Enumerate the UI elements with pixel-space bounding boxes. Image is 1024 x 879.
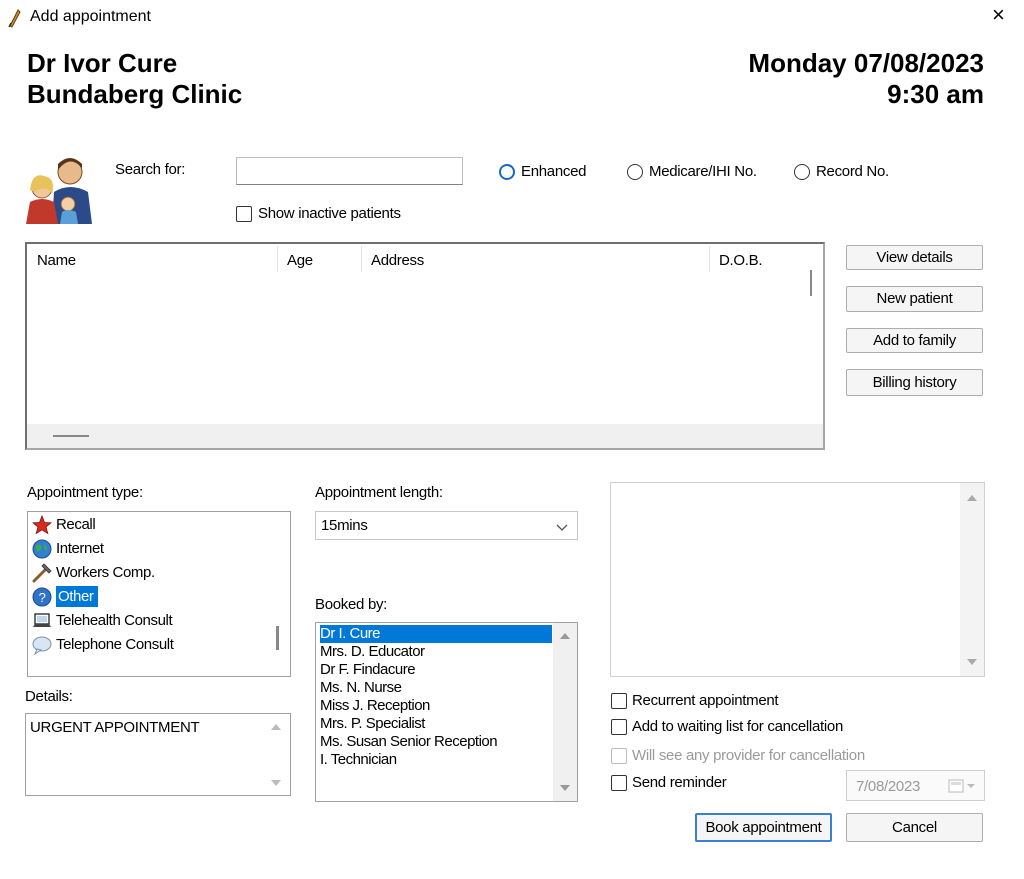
list-item[interactable]: I. Technician — [320, 751, 397, 769]
add-to-family-button[interactable]: Add to family — [846, 328, 983, 353]
show-inactive-checkbox[interactable] — [236, 206, 252, 222]
appointment-length-label: Appointment length: — [315, 484, 443, 501]
horizontal-scrollbar[interactable] — [27, 424, 801, 448]
clinic-name: Bundaberg Clinic — [27, 79, 243, 109]
notes-textarea[interactable] — [610, 482, 985, 677]
hammer-icon — [32, 563, 52, 583]
patients-table[interactable]: Name Age Address D.O.B. — [25, 242, 825, 450]
doctor-name: Dr Ivor Cure — [27, 48, 178, 78]
send-reminder-checkbox[interactable] — [611, 775, 627, 791]
new-patient-button[interactable]: New patient — [846, 286, 983, 312]
app-feather-icon — [7, 8, 23, 28]
appointment-length-value: 15mins — [321, 517, 368, 534]
svg-text:?: ? — [39, 590, 46, 605]
radio-enhanced[interactable] — [499, 164, 515, 180]
book-appointment-button[interactable]: Book appointment — [695, 813, 832, 842]
show-inactive-label: Show inactive patients — [258, 205, 401, 222]
laptop-icon — [32, 611, 52, 631]
list-item[interactable]: Miss J. Reception — [320, 697, 430, 715]
globe-icon — [32, 539, 52, 559]
appointment-length-select[interactable]: 15mins — [315, 511, 578, 540]
column-dob[interactable]: D.O.B. — [719, 252, 763, 269]
scroll-down-icon[interactable] — [271, 780, 281, 786]
column-separator — [277, 246, 278, 272]
any-provider-label: Will see any provider for cancellation — [632, 747, 865, 764]
selected-appointment-type: Other — [56, 586, 98, 607]
details-text: URGENT APPOINTMENT — [30, 719, 200, 736]
vertical-scrollbar[interactable] — [960, 483, 984, 676]
column-age[interactable]: Age — [287, 252, 313, 269]
vertical-scrollbar[interactable] — [553, 623, 577, 801]
chevron-down-icon — [556, 520, 568, 537]
list-item[interactable]: Internet — [32, 538, 104, 560]
column-separator — [361, 246, 362, 272]
list-scroll-thumb[interactable] — [276, 626, 279, 650]
column-separator — [709, 246, 710, 272]
star-icon — [31, 514, 53, 535]
send-reminder-label: Send reminder — [632, 774, 727, 791]
reminder-date-picker: 7/08/2023 — [846, 770, 985, 801]
billing-history-button[interactable]: Billing history — [846, 369, 983, 396]
speech-bubble-icon — [32, 635, 52, 656]
question-icon: ? — [32, 587, 52, 607]
any-provider-checkbox — [611, 748, 627, 764]
waiting-list-checkbox[interactable] — [611, 719, 627, 735]
list-item[interactable]: Mrs. D. Educator — [320, 643, 425, 661]
radio-medicare-label: Medicare/IHI No. — [649, 163, 757, 180]
radio-medicare[interactable] — [627, 164, 643, 180]
scroll-up-icon[interactable] — [560, 633, 570, 639]
recurrent-checkbox[interactable] — [611, 693, 627, 709]
appointment-type-label: Appointment type: — [27, 484, 143, 501]
column-name[interactable]: Name — [37, 252, 76, 269]
list-item[interactable]: Telehealth Consult — [32, 610, 173, 632]
appointment-date: Monday 07/08/2023 — [748, 48, 984, 78]
window-title: Add appointment — [30, 8, 151, 25]
list-item[interactable]: Workers Comp. — [32, 562, 155, 584]
details-textarea[interactable]: URGENT APPOINTMENT — [25, 713, 291, 796]
radio-record-no[interactable] — [794, 164, 810, 180]
scroll-corner — [801, 424, 823, 448]
search-label: Search for: — [115, 161, 186, 178]
list-item[interactable]: ? Other — [32, 586, 265, 608]
close-icon[interactable]: × — [992, 4, 1005, 26]
radio-record-no-label: Record No. — [816, 163, 889, 180]
list-item[interactable]: Ms. N. Nurse — [320, 679, 402, 697]
appointment-time: 9:30 am — [887, 79, 984, 109]
list-item[interactable]: Recall — [31, 514, 96, 536]
scroll-up-icon[interactable] — [271, 724, 281, 730]
scroll-up-icon[interactable] — [967, 495, 977, 501]
vertical-scroll-thumb[interactable] — [810, 270, 812, 296]
booked-by-label: Booked by: — [315, 596, 388, 613]
radio-enhanced-label: Enhanced — [521, 163, 587, 180]
list-item[interactable]: Ms. Susan Senior Reception — [320, 733, 498, 751]
view-details-button[interactable]: View details — [846, 245, 983, 270]
list-item[interactable]: Mrs. P. Specialist — [320, 715, 425, 733]
booked-by-list[interactable]: Dr I. Cure Mrs. D. Educator Dr F. Findac… — [315, 622, 578, 802]
waiting-list-label: Add to waiting list for cancellation — [632, 718, 843, 735]
list-item[interactable]: Dr I. Cure — [320, 625, 552, 643]
scroll-down-icon[interactable] — [967, 659, 977, 665]
horizontal-scroll-thumb[interactable] — [53, 435, 89, 437]
search-input[interactable] — [236, 157, 463, 185]
details-label: Details: — [25, 688, 73, 705]
calendar-dropdown-icon — [948, 779, 978, 797]
list-item[interactable]: Telephone Consult — [32, 634, 174, 656]
recurrent-label: Recurrent appointment — [632, 692, 779, 709]
scroll-down-icon[interactable] — [560, 785, 570, 791]
cancel-button[interactable]: Cancel — [846, 813, 983, 842]
column-address[interactable]: Address — [371, 252, 424, 269]
vertical-scrollbar[interactable] — [801, 244, 823, 424]
patients-family-icon — [24, 154, 96, 224]
appointment-type-list[interactable]: Recall Internet Workers Comp. ? Other Tel… — [27, 511, 291, 677]
list-item[interactable]: Dr F. Findacure — [320, 661, 416, 679]
reminder-date-value: 7/08/2023 — [856, 778, 921, 795]
